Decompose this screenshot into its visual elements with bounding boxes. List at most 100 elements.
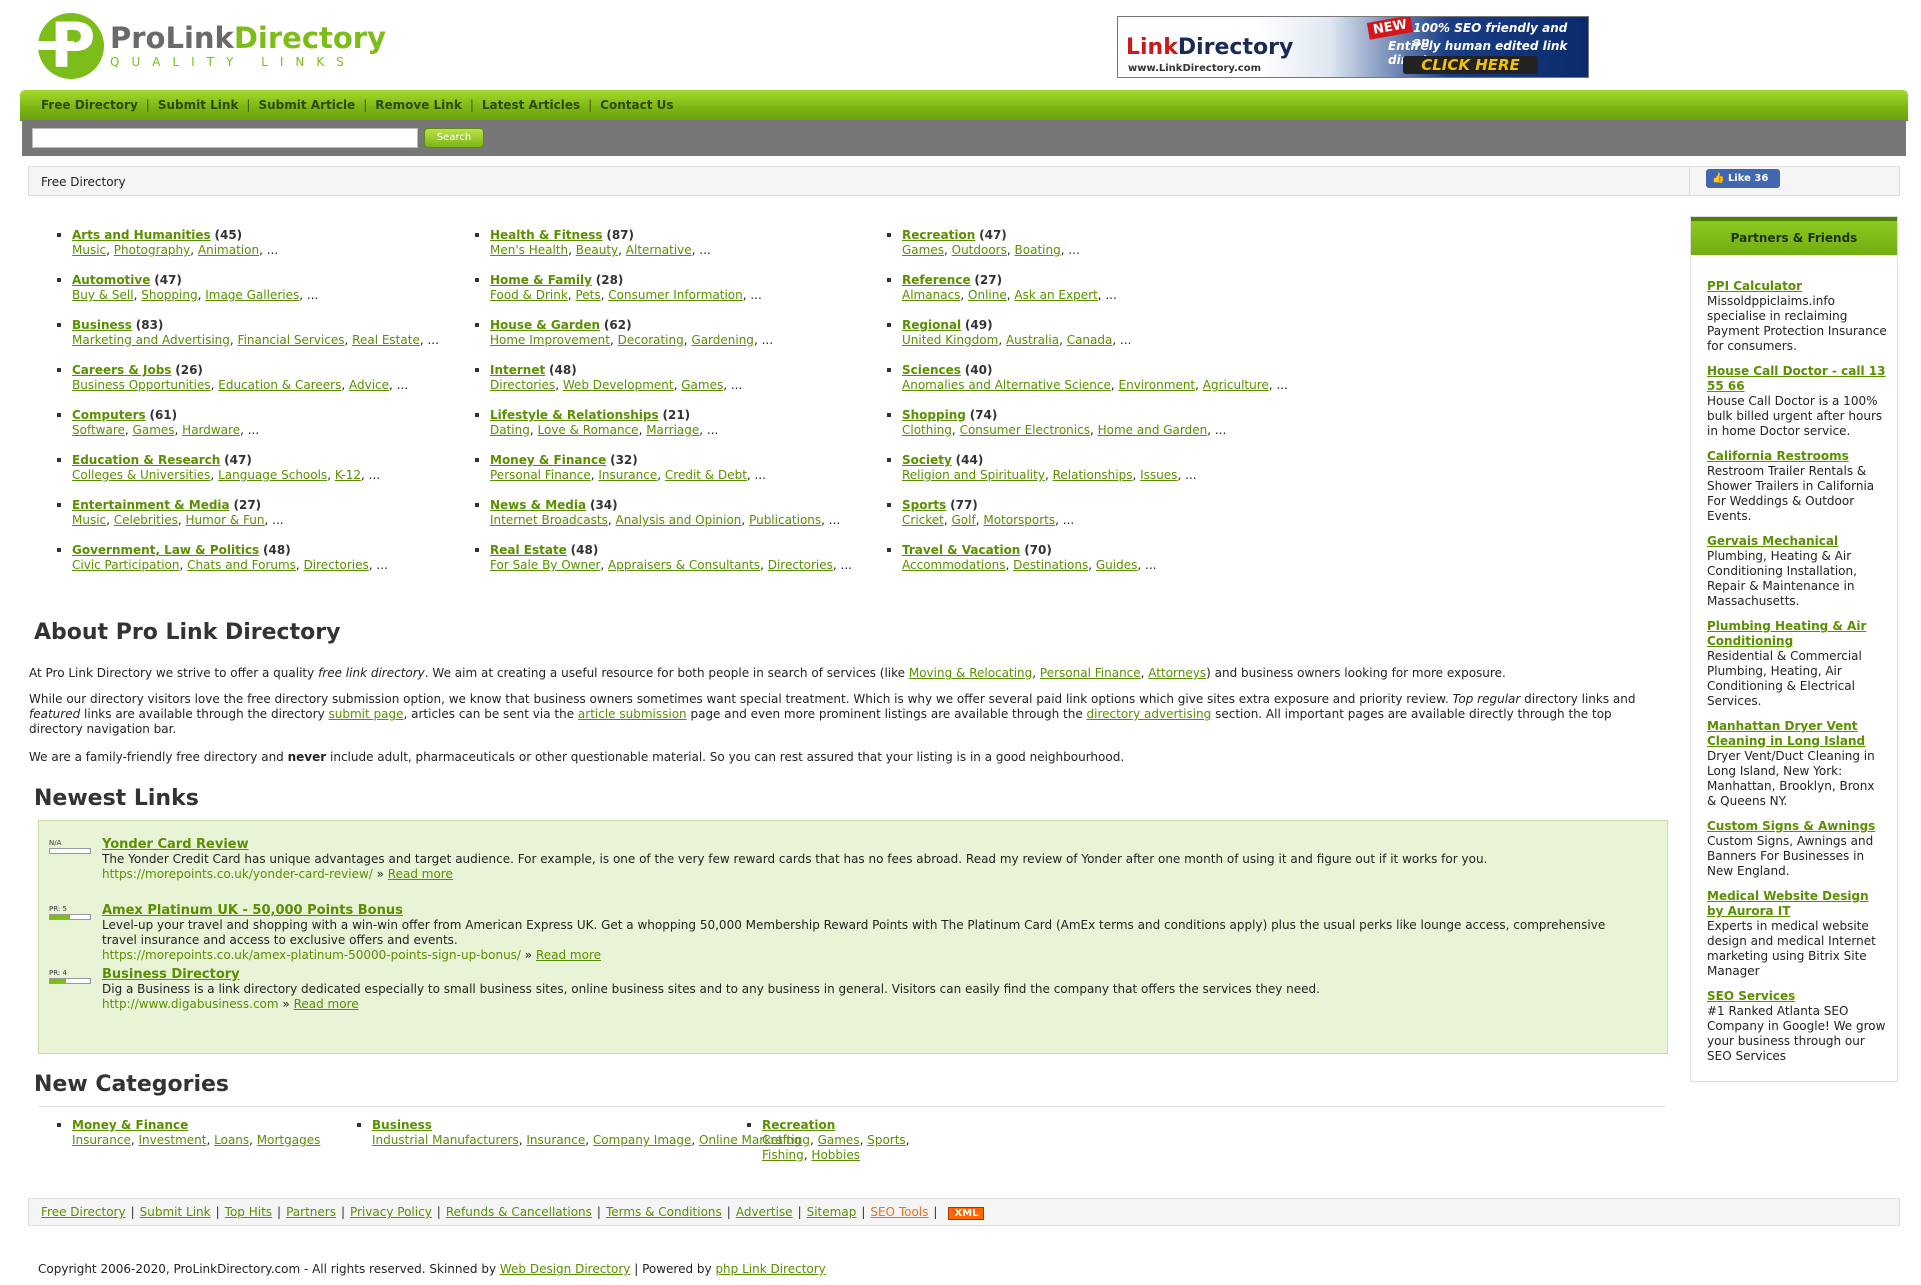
subcategory-link-games[interactable]: Games [133,423,175,437]
read-more-link[interactable]: Read more [388,867,453,881]
subcategory-link-anomalies-and-alternative-science[interactable]: Anomalies and Alternative Science [902,378,1111,392]
footer-link-advertise[interactable]: Advertise [736,1205,793,1219]
subcategory-link-credit-and-debt[interactable]: Credit & Debt [665,468,747,482]
subcategory-link-financial-services[interactable]: Financial Services [238,333,345,347]
subcategory-link-appraisers-and-consultants[interactable]: Appraisers & Consultants [608,558,760,572]
subcategory-link-environment[interactable]: Environment [1119,378,1196,392]
new-subcategory-link-insurance[interactable]: Insurance [526,1133,585,1147]
link-directory-advertising[interactable]: directory advertising [1087,707,1212,721]
category-link-money-and-finance[interactable]: Money & Finance [490,453,606,467]
nav-link-submit-link[interactable]: Submit Link [158,98,239,112]
search-button[interactable]: Search [424,128,484,148]
subcategory-link-motorsports[interactable]: Motorsports [983,513,1055,527]
new-subcategory-link-sports[interactable]: Sports [867,1133,905,1147]
subcategory-link-music[interactable]: Music [72,243,106,257]
partner-link-plumbing-heating-and-air-conditioning[interactable]: Plumbing Heating & Air Conditioning [1707,619,1887,649]
subcategory-link-alternative[interactable]: Alternative [626,243,692,257]
category-link-business[interactable]: Business [72,318,132,332]
category-link-education-and-research[interactable]: Education & Research [72,453,220,467]
subcategory-link-almanacs[interactable]: Almanacs [902,288,960,302]
subcategory-link-men-s-health[interactable]: Men's Health [490,243,568,257]
footer-link-submit-link[interactable]: Submit Link [140,1205,211,1219]
subcategory-link-buy-and-sell[interactable]: Buy & Sell [72,288,134,302]
subcategory-link-internet-broadcasts[interactable]: Internet Broadcasts [490,513,608,527]
subcategory-link-publications[interactable]: Publications [749,513,821,527]
category-link-lifestyle-and-relationships[interactable]: Lifestyle & Relationships [490,408,659,422]
subcategory-link-ask-an-expert[interactable]: Ask an Expert [1014,288,1097,302]
subcategory-link-games[interactable]: Games [681,378,723,392]
footer-link-sitemap[interactable]: Sitemap [807,1205,857,1219]
category-link-reference[interactable]: Reference [902,273,971,287]
banner-click-here[interactable]: CLICK HERE [1403,56,1538,74]
subcategory-link-personal-finance[interactable]: Personal Finance [490,468,591,482]
partner-link-house-call-doctor-call-13-55-66[interactable]: House Call Doctor - call 13 55 66 [1707,364,1887,394]
subcategory-link-boating[interactable]: Boating [1015,243,1061,257]
subcategory-link-love-and-romance[interactable]: Love & Romance [538,423,639,437]
link-title[interactable]: Yonder Card Review [102,837,1642,852]
facebook-like-button[interactable]: 👍 Like 36 [1706,169,1780,188]
subcategory-link-decorating[interactable]: Decorating [618,333,684,347]
partner-link-gervais-mechanical[interactable]: Gervais Mechanical [1707,534,1887,549]
category-link-sciences[interactable]: Sciences [902,363,961,377]
category-link-government-law-and-politics[interactable]: Government, Law & Politics [72,543,259,557]
subcategory-link-dating[interactable]: Dating [490,423,530,437]
new-subcategory-link-company-image[interactable]: Company Image [593,1133,691,1147]
link-web-design-directory[interactable]: Web Design Directory [500,1262,631,1276]
subcategory-link-destinations[interactable]: Destinations [1013,558,1088,572]
category-link-society[interactable]: Society [902,453,952,467]
subcategory-link-education-and-careers[interactable]: Education & Careers [218,378,341,392]
link-attorneys[interactable]: Attorneys [1148,666,1206,680]
subcategory-link-online[interactable]: Online [968,288,1007,302]
new-subcategory-link-fishing[interactable]: Fishing [762,1148,804,1162]
category-link-automotive[interactable]: Automotive [72,273,150,287]
subcategory-link-chats-and-forums[interactable]: Chats and Forums [187,558,296,572]
link-moving-relocating[interactable]: Moving & Relocating [909,666,1032,680]
subcategory-link-united-kingdom[interactable]: United Kingdom [902,333,998,347]
category-link-entertainment-and-media[interactable]: Entertainment & Media [72,498,230,512]
footer-link-terms-and-conditions[interactable]: Terms & Conditions [606,1205,722,1219]
subcategory-link-agriculture[interactable]: Agriculture [1203,378,1269,392]
subcategory-link-beauty[interactable]: Beauty [576,243,618,257]
new-subcategory-link-industrial-manufacturers[interactable]: Industrial Manufacturers [372,1133,519,1147]
partner-link-custom-signs-and-awnings[interactable]: Custom Signs & Awnings [1707,819,1887,834]
subcategory-link-directories[interactable]: Directories [304,558,369,572]
subcategory-link-hardware[interactable]: Hardware [182,423,240,437]
subcategory-link-food-and-drink[interactable]: Food & Drink [490,288,568,302]
subcategory-link-issues[interactable]: Issues [1140,468,1177,482]
nav-link-latest-articles[interactable]: Latest Articles [482,98,580,112]
subcategory-link-photography[interactable]: Photography [114,243,190,257]
subcategory-link-software[interactable]: Software [72,423,125,437]
nav-link-submit-article[interactable]: Submit Article [258,98,355,112]
subcategory-link-for-sale-by-owner[interactable]: For Sale By Owner [490,558,600,572]
subcategory-link-canada[interactable]: Canada [1067,333,1113,347]
subcategory-link-marriage[interactable]: Marriage [646,423,699,437]
category-link-shopping[interactable]: Shopping [902,408,966,422]
subcategory-link-advice[interactable]: Advice [349,378,389,392]
new-subcategory-link-loans[interactable]: Loans [214,1133,249,1147]
subcategory-link-marketing-and-advertising[interactable]: Marketing and Advertising [72,333,230,347]
subcategory-link-clothing[interactable]: Clothing [902,423,952,437]
subcategory-link-colleges-and-universities[interactable]: Colleges & Universities [72,468,210,482]
partner-link-medical-website-design-by-aurora-it[interactable]: Medical Website Design by Aurora IT [1707,889,1887,919]
category-link-house-and-garden[interactable]: House & Garden [490,318,600,332]
new-subcategory-link-games[interactable]: Games [818,1133,860,1147]
new-subcategory-link-mortgages[interactable]: Mortgages [257,1133,321,1147]
subcategory-link-insurance[interactable]: Insurance [598,468,657,482]
footer-link-refunds-and-cancellations[interactable]: Refunds & Cancellations [446,1205,592,1219]
subcategory-link-outdoors[interactable]: Outdoors [952,243,1007,257]
category-link-home-and-family[interactable]: Home & Family [490,273,592,287]
new-subcategory-link-hobbies[interactable]: Hobbies [811,1148,860,1162]
subcategory-link-analysis-and-opinion[interactable]: Analysis and Opinion [615,513,741,527]
category-link-recreation[interactable]: Recreation [902,228,975,242]
new-subcategory-link-crafting[interactable]: Crafting [762,1133,810,1147]
subcategory-link-consumer-electronics[interactable]: Consumer Electronics [960,423,1090,437]
subcategory-link-games[interactable]: Games [902,243,944,257]
subcategory-link-celebrities[interactable]: Celebrities [114,513,178,527]
new-category-link-recreation[interactable]: Recreation [762,1118,835,1132]
category-link-real-estate[interactable]: Real Estate [490,543,567,557]
category-link-travel-and-vacation[interactable]: Travel & Vacation [902,543,1020,557]
subcategory-link-home-and-garden[interactable]: Home and Garden [1098,423,1208,437]
partner-link-ppi-calculator[interactable]: PPI Calculator [1707,279,1887,294]
subcategory-link-guides[interactable]: Guides [1096,558,1138,572]
category-link-regional[interactable]: Regional [902,318,961,332]
